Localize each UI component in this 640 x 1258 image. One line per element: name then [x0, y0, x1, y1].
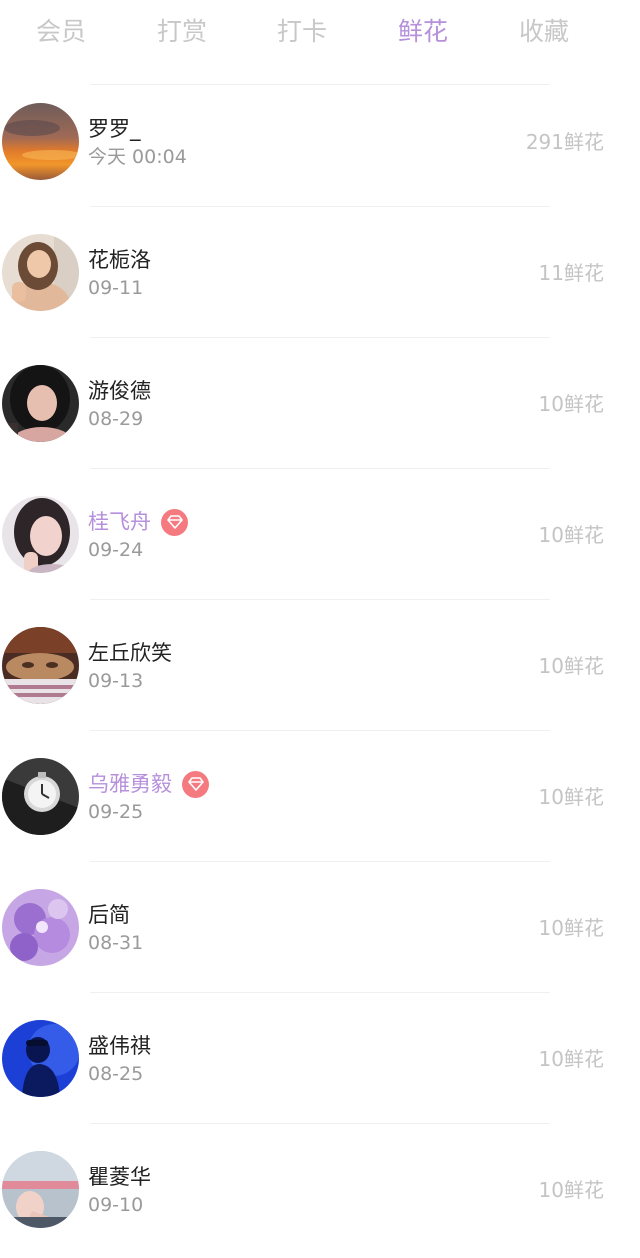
gift-date: 09-13 — [88, 670, 144, 692]
flower-amount: 10鲜花 — [538, 523, 604, 547]
gift-date: 09-25 — [88, 801, 144, 823]
list-item[interactable]: 桂飞舟 09-24 10鲜花 — [0, 469, 640, 600]
tab-bar: 会员 打赏 打卡 鲜花 收藏 — [0, 0, 640, 64]
gift-date: 今天 00:04 — [88, 146, 187, 168]
tab-checkin[interactable]: 打卡 — [257, 14, 347, 50]
list-item[interactable]: 后简 08-31 10鲜花 — [0, 862, 640, 993]
gift-date: 08-29 — [88, 408, 144, 430]
avatar[interactable] — [2, 496, 79, 573]
flower-amount: 10鲜花 — [538, 392, 604, 416]
tab-flowers[interactable]: 鲜花 — [378, 14, 468, 50]
user-name[interactable]: 乌雅勇毅 — [88, 769, 172, 799]
gift-date: 08-31 — [88, 932, 144, 954]
avatar[interactable] — [2, 103, 79, 180]
list-item[interactable]: 乌雅勇毅 09-25 10鲜花 — [0, 731, 640, 862]
list-item[interactable]: 游俊德 08-29 10鲜花 — [0, 338, 640, 469]
tab-members[interactable]: 会员 — [16, 14, 106, 50]
diamond-icon — [182, 770, 209, 798]
avatar[interactable] — [2, 234, 79, 311]
list-item[interactable]: 瞿菱华 09-10 10鲜花 — [0, 1124, 640, 1255]
gift-date: 08-25 — [88, 1063, 144, 1085]
list-item[interactable]: 左丘欣笑 09-13 10鲜花 — [0, 600, 640, 731]
flower-amount: 291鲜花 — [525, 130, 604, 154]
avatar[interactable] — [2, 758, 79, 835]
list-item[interactable]: 盛伟祺 08-25 10鲜花 — [0, 993, 640, 1124]
flower-amount: 11鲜花 — [538, 261, 604, 285]
gift-date: 09-24 — [88, 539, 144, 561]
avatar[interactable] — [2, 1020, 79, 1097]
flower-amount: 10鲜花 — [538, 1047, 604, 1071]
list-item[interactable]: 花栀洛 09-11 11鲜花 — [0, 207, 640, 338]
tab-favorites[interactable]: 收藏 — [499, 14, 589, 50]
flower-amount: 10鲜花 — [538, 785, 604, 809]
user-name[interactable]: 后简 — [88, 900, 130, 930]
flower-amount: 10鲜花 — [538, 654, 604, 678]
avatar[interactable] — [2, 889, 79, 966]
user-name[interactable]: 左丘欣笑 — [88, 638, 172, 668]
flower-amount: 10鲜花 — [538, 916, 604, 940]
flower-amount: 10鲜花 — [538, 1178, 604, 1202]
flower-gift-list: 罗罗_ 今天 00:04 291鲜花 花栀洛 09-11 11鲜花 游俊德 08… — [0, 76, 640, 1255]
avatar[interactable] — [2, 365, 79, 442]
user-name[interactable]: 游俊德 — [88, 376, 151, 406]
list-item[interactable]: 罗罗_ 今天 00:04 291鲜花 — [0, 76, 640, 207]
gift-date: 09-10 — [88, 1194, 144, 1216]
user-name[interactable]: 盛伟祺 — [88, 1031, 151, 1061]
gift-date: 09-11 — [88, 277, 144, 299]
avatar[interactable] — [2, 1151, 79, 1228]
user-name[interactable]: 瞿菱华 — [88, 1162, 151, 1192]
user-name[interactable]: 花栀洛 — [88, 245, 151, 275]
avatar[interactable] — [2, 627, 79, 704]
tab-rewards[interactable]: 打赏 — [137, 14, 227, 50]
user-name[interactable]: 罗罗_ — [88, 114, 141, 144]
diamond-icon — [161, 508, 188, 536]
user-name[interactable]: 桂飞舟 — [88, 507, 151, 537]
